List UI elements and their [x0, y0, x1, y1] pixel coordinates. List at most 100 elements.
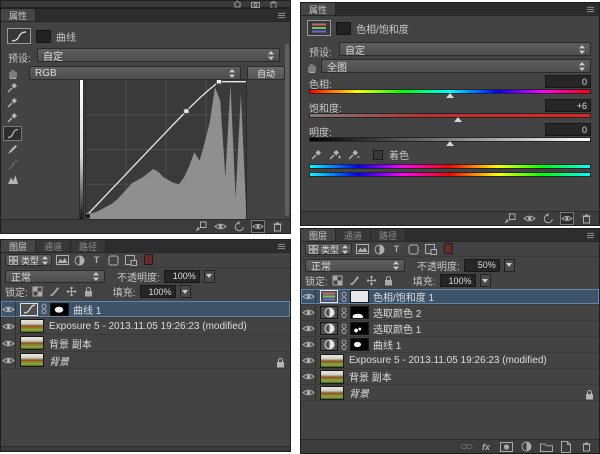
visibility-eye-icon[interactable] [251, 220, 265, 233]
filter-kind-select[interactable]: 类型 [305, 243, 352, 255]
filter-toggle[interactable] [144, 254, 153, 265]
adjustment-thumbnail[interactable] [320, 290, 338, 303]
layer-thumbnail[interactable] [20, 336, 44, 350]
mask-thumbnail[interactable] [50, 303, 69, 316]
trash-icon[interactable] [269, 1, 278, 8]
layer-row[interactable]: Exposure 5 - 2013.11.05 19:26:23 (modifi… [301, 353, 599, 369]
layer-thumbnail[interactable] [320, 354, 344, 368]
panel-menu-icon[interactable] [586, 232, 595, 239]
new-group-icon[interactable] [539, 441, 553, 452]
fill-value[interactable]: 100% [140, 285, 176, 298]
panel-menu-icon[interactable] [277, 243, 286, 250]
visibility-eye-icon[interactable] [1, 352, 16, 368]
scrollbar-thumb[interactable] [285, 44, 289, 216]
layer-name[interactable]: 选取颜色 1 [373, 321, 421, 336]
delete-icon[interactable] [579, 213, 593, 224]
layer-name[interactable]: 背景 副本 [49, 336, 92, 351]
layer-name[interactable]: 背景 副本 [349, 369, 392, 384]
targeted-adjustment-hand-icon[interactable] [305, 60, 318, 73]
clip-to-layer-icon[interactable] [503, 213, 517, 224]
blend-mode-select[interactable]: 正常 [305, 259, 405, 272]
mask-chip-icon[interactable] [36, 30, 51, 43]
auto-button[interactable]: 自动 [247, 66, 285, 80]
layer-thumbnail[interactable] [320, 386, 344, 400]
targeted-adjustment-hand-icon[interactable] [3, 66, 22, 79]
layer-name[interactable]: 色相/饱和度 1 [373, 289, 434, 304]
opacity-value[interactable]: 100% [164, 270, 200, 283]
delete-layer-icon[interactable] [579, 441, 593, 452]
reset-icon[interactable] [541, 213, 555, 224]
lightness-slider-track[interactable] [309, 137, 591, 142]
adjustment-thumbnail[interactable] [320, 338, 338, 351]
layer-row[interactable]: 背景 副本 [1, 335, 290, 352]
visibility-eye-icon[interactable] [301, 369, 316, 384]
mask-thumbnail[interactable] [350, 306, 369, 319]
previous-state-eye-icon[interactable] [213, 221, 227, 232]
tab-channels[interactable]: 通道 [336, 229, 371, 241]
mask-thumbnail[interactable] [350, 322, 369, 335]
camera-icon[interactable] [251, 1, 260, 8]
fill-dropdown-button[interactable] [480, 274, 491, 287]
tab-properties[interactable]: 属性 [301, 3, 336, 15]
layer-name[interactable]: Exposure 5 - 2013.11.05 19:26:23 (modifi… [49, 321, 247, 332]
layer-style-fx-icon[interactable]: fx [479, 441, 493, 452]
slider-value[interactable]: +6 [545, 99, 591, 112]
white-point-eyedropper-icon[interactable] [3, 111, 22, 124]
layer-name[interactable]: 曲线 1 [73, 302, 101, 317]
layer-row[interactable]: 曲线 1 [301, 337, 599, 353]
black-point-eyedropper-icon[interactable] [3, 81, 22, 94]
type-layer-filter-icon[interactable]: T [389, 243, 404, 255]
visibility-eye-icon[interactable] [301, 385, 316, 400]
lock-transparent-icon[interactable] [32, 286, 44, 297]
reset-icon[interactable] [232, 221, 246, 232]
visibility-eye-icon[interactable] [1, 301, 16, 317]
opacity-dropdown-button[interactable] [504, 259, 515, 272]
gray-point-eyedropper-icon[interactable] [3, 96, 22, 109]
layer-row[interactable]: 选取颜色 2 [301, 305, 599, 321]
tab-properties[interactable]: 属性 [1, 9, 36, 21]
filter-kind-select[interactable]: 类型 [5, 254, 52, 266]
shape-layer-filter-icon[interactable] [106, 254, 121, 266]
tab-layers[interactable]: 图层 [301, 229, 336, 241]
visibility-eye-icon[interactable] [301, 321, 316, 336]
slider-value[interactable]: 0 [545, 75, 591, 88]
curves-graph[interactable] [85, 79, 247, 220]
shape-layer-filter-icon[interactable] [406, 243, 421, 255]
adjustment-layer-filter-icon[interactable] [72, 254, 87, 266]
type-layer-filter-icon[interactable]: T [89, 254, 104, 266]
opacity-dropdown-button[interactable] [204, 270, 215, 283]
edit-points-curve-icon[interactable] [3, 126, 22, 141]
lock-move-icon[interactable] [366, 275, 378, 286]
visibility-eye-icon[interactable] [1, 335, 16, 351]
pixel-layer-filter-icon[interactable] [355, 243, 370, 255]
channel-select[interactable]: 全图 [321, 59, 591, 73]
visibility-eye-icon[interactable] [301, 353, 316, 368]
mask-thumbnail[interactable] [350, 290, 369, 303]
eyedropper-minus-icon[interactable] [347, 148, 361, 161]
link-layers-icon[interactable] [459, 441, 473, 452]
layer-row[interactable]: 背景 副本 [301, 369, 599, 385]
smart-object-filter-icon[interactable] [423, 243, 438, 255]
lock-transparent-icon[interactable] [332, 275, 344, 286]
lock-paint-icon[interactable] [349, 275, 361, 286]
pencil-icon[interactable] [3, 143, 22, 156]
lock-paint-icon[interactable] [49, 286, 61, 297]
eyedropper-plus-icon[interactable] [328, 148, 342, 161]
preset-select[interactable]: 自定 [37, 48, 280, 62]
visibility-eye-icon[interactable] [1, 318, 16, 334]
layer-name[interactable]: 背景 [49, 353, 69, 368]
mask-thumbnail[interactable] [350, 338, 369, 351]
lock-all-icon[interactable] [383, 275, 395, 286]
tab-paths[interactable]: 路径 [371, 229, 406, 241]
visibility-eye-icon[interactable] [301, 337, 316, 352]
adjustment-thumbnail[interactable] [320, 322, 338, 335]
layer-thumbnail[interactable] [20, 319, 44, 333]
visibility-eye-icon[interactable] [301, 305, 316, 320]
slider-handle[interactable] [454, 117, 462, 122]
lock-all-icon[interactable] [83, 286, 95, 297]
clip-to-layer-icon[interactable] [194, 221, 208, 232]
layer-name[interactable]: 选取颜色 2 [373, 305, 421, 320]
visibility-eye-icon[interactable] [301, 289, 316, 304]
layer-row[interactable]: 色相/饱和度 1 [301, 289, 599, 305]
panel-menu-icon[interactable] [277, 12, 286, 19]
